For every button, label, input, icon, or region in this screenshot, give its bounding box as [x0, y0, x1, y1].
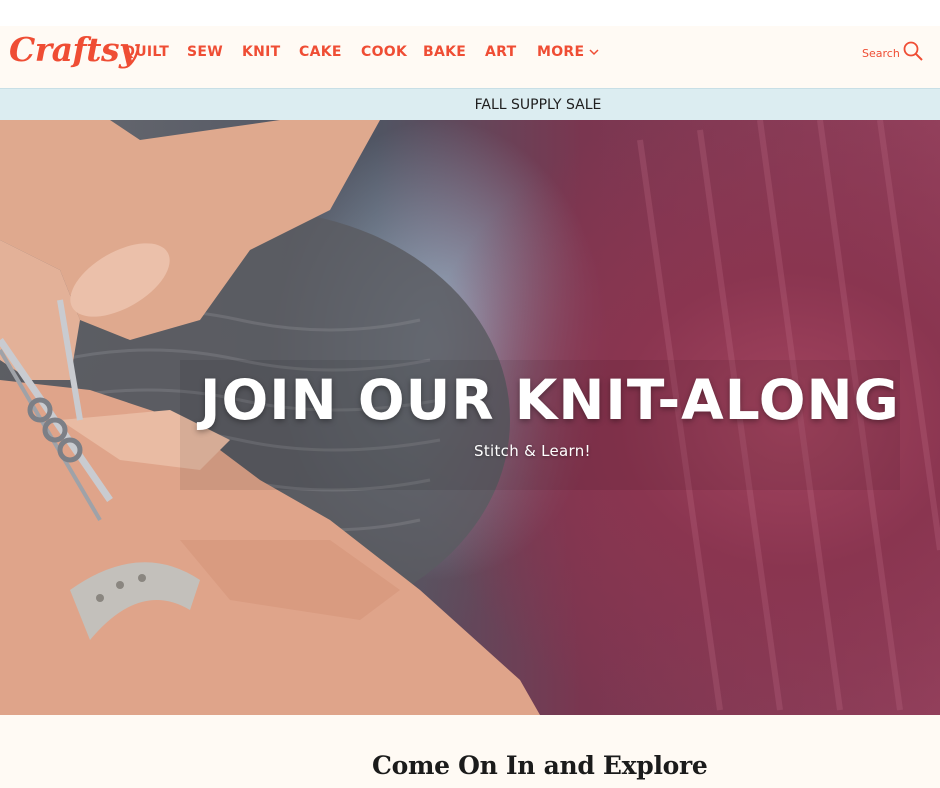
hero-banner[interactable]: JOIN OUR KNIT-ALONG Stitch & Learn!: [0, 120, 940, 715]
craftsy-logo[interactable]: Craftsy: [9, 30, 138, 69]
search-label: Search: [862, 46, 900, 60]
nav-item-knit[interactable]: KNIT: [242, 44, 281, 60]
section-title: Come On In and Explore: [372, 751, 708, 780]
nav-item-bake[interactable]: BAKE: [423, 44, 466, 60]
hero-title: JOIN OUR KNIT-ALONG: [200, 368, 900, 432]
nav-item-cake[interactable]: CAKE: [299, 44, 342, 60]
site-header: Craftsy QUILT SEW KNIT CAKE COOK BAKE AR…: [0, 26, 940, 89]
chevron-down-icon: [589, 44, 599, 60]
nav-item-more-label: MORE: [537, 44, 585, 60]
nav-item-more[interactable]: MORE: [537, 44, 599, 60]
nav-item-cook[interactable]: COOK: [361, 44, 407, 60]
search-icon: [902, 40, 924, 67]
nav-item-quilt[interactable]: QUILT: [123, 44, 169, 60]
explore-section: Come On In and Explore: [0, 715, 940, 788]
nav-item-sew[interactable]: SEW: [187, 44, 223, 60]
search-button[interactable]: Search: [862, 40, 924, 67]
promo-link[interactable]: FALL SUPPLY SALE: [339, 97, 602, 113]
nav-item-art[interactable]: ART: [485, 44, 516, 60]
promo-banner: FALL SUPPLY SALE: [0, 89, 940, 120]
hero-subtitle: Stitch & Learn!: [474, 442, 591, 460]
